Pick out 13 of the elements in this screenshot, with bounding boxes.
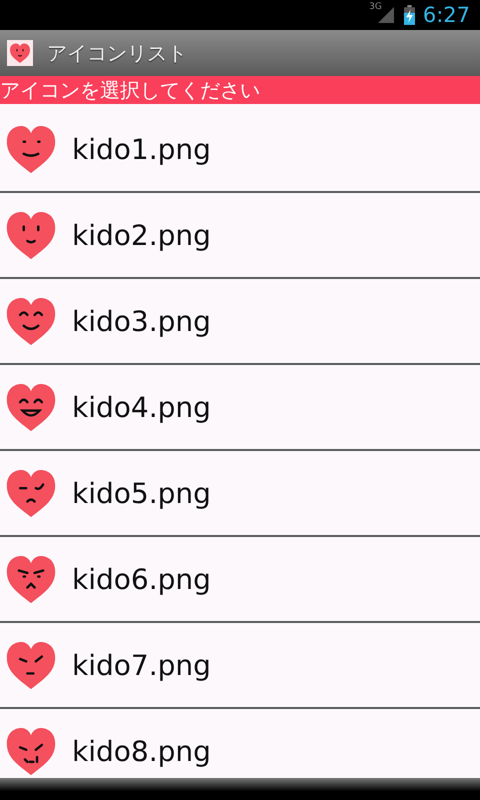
clock: 6:27 bbox=[422, 3, 470, 27]
app-icon bbox=[7, 40, 33, 66]
list-item[interactable]: kido3.png bbox=[0, 279, 480, 365]
window-title: アイコンリスト bbox=[47, 40, 187, 66]
list-item[interactable]: kido1.png bbox=[0, 107, 480, 193]
list-item[interactable]: kido2.png bbox=[0, 193, 480, 279]
list-item[interactable]: kido7.png bbox=[0, 623, 480, 709]
list-item[interactable]: kido6.png bbox=[0, 537, 480, 623]
list-item[interactable]: kido5.png bbox=[0, 451, 480, 537]
battery-charging-icon bbox=[404, 5, 415, 25]
prompt-banner: アイコンを選択してください bbox=[0, 76, 480, 104]
network-label: 3G bbox=[369, 2, 382, 12]
list-item[interactable]: kido4.png bbox=[0, 365, 480, 451]
